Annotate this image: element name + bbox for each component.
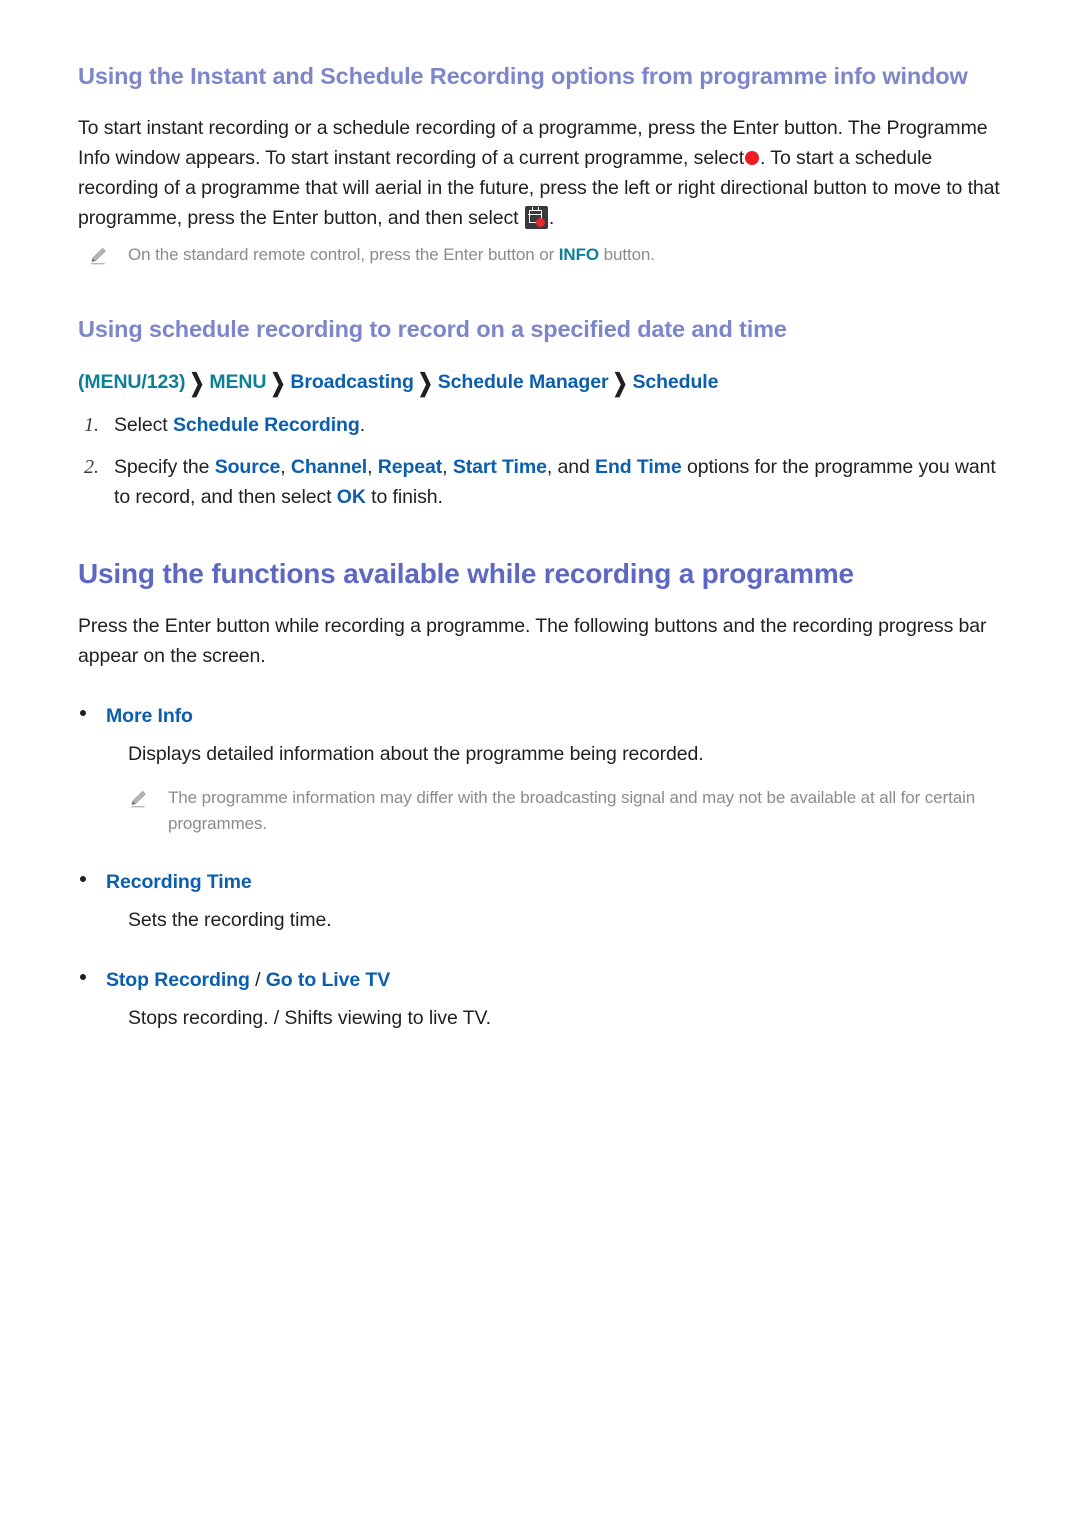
note-text-after: button. bbox=[603, 245, 655, 265]
list-item: 1. Select Schedule Recording. bbox=[78, 410, 1005, 440]
breadcrumb-item-menu[interactable]: MENU bbox=[209, 371, 266, 393]
note-text: The programme information may differ wit… bbox=[168, 787, 976, 833]
link-stop-recording[interactable]: Stop Recording bbox=[106, 969, 250, 991]
label-separator: / bbox=[249, 968, 266, 991]
link-ok[interactable]: OK bbox=[337, 486, 366, 508]
pencil-icon bbox=[128, 789, 150, 814]
chevron-right-icon: ❯ bbox=[612, 369, 628, 397]
step-text: Select Schedule Recording. bbox=[114, 410, 365, 440]
link-schedule-recording[interactable]: Schedule Recording bbox=[173, 414, 360, 436]
step-text: Specify the Source, Channel, Repeat, Sta… bbox=[114, 455, 996, 508]
step2-before: Specify the bbox=[114, 455, 210, 478]
pencil-icon bbox=[88, 246, 110, 271]
note-text: On the standard remote control, press th… bbox=[128, 242, 655, 268]
link-go-to-live-tv[interactable]: Go to Live TV bbox=[266, 969, 390, 991]
bullet-description-more-info: Displays detailed information about the … bbox=[128, 742, 704, 765]
step1-after: . bbox=[359, 413, 366, 436]
step1-before: Select bbox=[114, 413, 168, 436]
step2-tail: to finish. bbox=[371, 485, 443, 508]
list-item: Recording Time bbox=[78, 867, 1005, 897]
bullet-marker-icon bbox=[78, 965, 106, 995]
ordered-steps-list: 1. Select Schedule Recording. 2. Specify… bbox=[78, 410, 1005, 512]
link-repeat[interactable]: Repeat bbox=[378, 456, 443, 478]
link-source[interactable]: Source bbox=[215, 456, 281, 478]
info-button-link[interactable]: INFO bbox=[559, 245, 599, 264]
list-item: More Info bbox=[78, 701, 1005, 731]
link-start-time[interactable]: Start Time bbox=[453, 456, 547, 478]
document-page: Using the Instant and Schedule Recording… bbox=[0, 0, 1080, 1527]
chevron-right-icon: ❯ bbox=[189, 369, 205, 397]
section1-paragraph: To start instant recording or a schedule… bbox=[78, 113, 1005, 233]
link-channel[interactable]: Channel bbox=[291, 456, 367, 478]
bullet-description-recording-time: Sets the recording time. bbox=[128, 908, 332, 931]
step-number: 2. bbox=[84, 455, 99, 478]
calendar-tick-right bbox=[537, 207, 540, 211]
breadcrumb-item-broadcasting[interactable]: Broadcasting bbox=[290, 371, 414, 393]
schedule-record-icon bbox=[524, 206, 548, 230]
list-item: 2. Specify the Source, Channel, Repeat, … bbox=[78, 452, 1005, 512]
calendar-tick-left bbox=[531, 207, 534, 211]
list-item: Stop Recording / Go to Live TV bbox=[78, 965, 1005, 995]
section1-paragraph-text-c: . bbox=[548, 207, 555, 230]
link-end-time[interactable]: End Time bbox=[595, 456, 682, 478]
note-text-before: On the standard remote control, press th… bbox=[128, 245, 555, 265]
bullet-label-stop-recording-go-live: Stop Recording / Go to Live TV bbox=[106, 965, 390, 995]
bullet-label-more-info[interactable]: More Info bbox=[106, 701, 193, 731]
section-heading-schedule-recording-date-time: Using schedule recording to record on a … bbox=[78, 316, 787, 343]
step-number: 1. bbox=[84, 413, 99, 436]
breadcrumb: (MENU/123) ❯ MENU ❯ Broadcasting ❯ Schedule Ma… bbox=[78, 367, 1005, 398]
note-programme-information: The programme information may differ wit… bbox=[118, 785, 1005, 837]
bullet-label-recording-time[interactable]: Recording Time bbox=[106, 867, 252, 897]
chevron-right-icon: ❯ bbox=[270, 369, 286, 397]
page-title: Using the functions available while reco… bbox=[78, 557, 854, 589]
breadcrumb-item-schedule[interactable]: Schedule bbox=[632, 371, 718, 393]
step2-mid-and: , and bbox=[546, 455, 590, 478]
note-remote-control: On the standard remote control, press th… bbox=[78, 242, 1005, 271]
breadcrumb-item-schedule-manager[interactable]: Schedule Manager bbox=[438, 371, 609, 393]
section3-intro: Press the Enter button while recording a… bbox=[78, 614, 987, 667]
breadcrumb-item-menu123[interactable]: (MENU/123) bbox=[78, 371, 185, 393]
record-indicator bbox=[536, 217, 546, 227]
bullet-description-stop-recording: Stops recording. / Shifts viewing to liv… bbox=[128, 1006, 491, 1029]
bullet-marker-icon bbox=[78, 867, 106, 897]
bullet-marker-icon bbox=[78, 701, 106, 731]
chevron-right-icon: ❯ bbox=[417, 369, 433, 397]
section-heading-instant-schedule-recording: Using the Instant and Schedule Recording… bbox=[78, 63, 968, 89]
record-dot-icon bbox=[745, 151, 760, 166]
